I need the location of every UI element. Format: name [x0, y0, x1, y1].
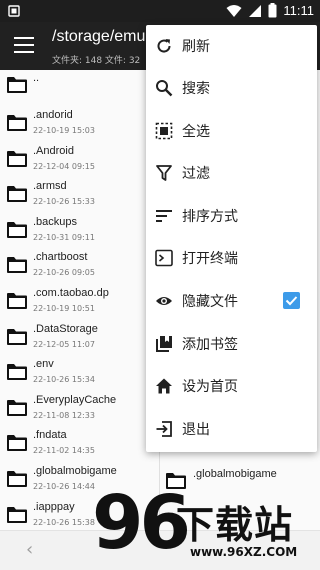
file-date: 22-10-26 15:38 [33, 517, 95, 527]
folder-icon [7, 77, 27, 93]
file-name: .env [33, 358, 54, 371]
menu-item-sort[interactable]: 排序方式 [146, 195, 317, 237]
file-date: 22-11-08 12:33 [33, 410, 95, 420]
menu-item-bookmark[interactable]: 添加书签 [146, 323, 317, 365]
menu-item-label: 刷新 [182, 39, 210, 55]
menu-icon[interactable] [14, 37, 34, 55]
file-date: 22-12-04 09:15 [33, 161, 95, 171]
menu-item-refresh[interactable]: 刷新 [146, 25, 317, 67]
notification-icon [8, 5, 20, 17]
file-date: 22-10-26 15:33 [33, 197, 95, 207]
folder-icon [7, 150, 27, 167]
watermark-logo: 96 下载站 www.96XZ.COM [92, 480, 320, 569]
menu-item-terminal[interactable]: 打开终端 [146, 237, 317, 279]
file-name: .DataStorage [33, 322, 98, 335]
menu-item-label: 排序方式 [182, 209, 238, 225]
file-row[interactable]: .Android 22-12-04 09:15 [0, 140, 162, 180]
file-name: .backups [33, 215, 78, 228]
file-name: .armsd [33, 180, 67, 193]
folder-icon [7, 257, 27, 274]
file-row[interactable]: .com.taobao.dp 22-10-19 10:51 [0, 282, 162, 322]
filter-icon [156, 165, 172, 181]
sort-icon [156, 210, 172, 222]
menu-item-set-home[interactable]: 设为首页 [146, 365, 317, 407]
file-name: .com.taobao.dp [33, 287, 109, 299]
file-date: 22-10-26 15:34 [33, 375, 95, 385]
exit-icon [156, 421, 172, 437]
folder-icon [7, 293, 27, 309]
menu-item-hidden-files[interactable]: 隐藏文件 [146, 280, 317, 322]
file-name: .chartboost [33, 251, 88, 264]
file-name: .fndata [33, 429, 67, 442]
file-name: .. [33, 72, 40, 84]
menu-item-label: 全选 [182, 124, 210, 140]
file-date: 22-10-26 09:05 [33, 268, 95, 278]
file-name: .globalmobigame [193, 468, 277, 480]
menu-item-label: 隐藏文件 [182, 294, 238, 310]
eye-icon [156, 297, 172, 305]
check-icon [285, 296, 298, 306]
select-all-icon [155, 122, 173, 140]
folder-icon [7, 471, 27, 487]
folder-icon [7, 364, 27, 381]
battery-icon [268, 3, 277, 18]
folder-icon [7, 115, 27, 131]
file-date: 22-10-26 14:44 [33, 482, 95, 491]
file-date: 22-11-02 14:35 [33, 446, 95, 456]
menu-item-label: 打开终端 [182, 251, 238, 267]
folder-file-count: 文件夹: 148 文件: 32 [52, 56, 141, 66]
folder-icon [7, 399, 27, 416]
file-date: 22-12-05 11:07 [33, 339, 95, 349]
chevron-left-icon[interactable]: ‹ [26, 539, 33, 560]
watermark-url: www.96XZ.COM [190, 545, 298, 559]
folder-icon [7, 186, 27, 203]
menu-item-search[interactable]: 搜索 [146, 67, 317, 109]
folder-icon [7, 506, 27, 523]
home-icon [156, 378, 172, 394]
overflow-menu: 刷新 搜索 全选 过滤 排序方式 打开终端 隐藏文件 添加书签 设为首页 退出 [146, 25, 317, 452]
folder-icon [7, 435, 27, 452]
file-row[interactable]: .chartboost 22-10-26 09:05 [0, 246, 162, 286]
folder-icon [7, 221, 27, 238]
folder-icon [7, 328, 27, 345]
file-row[interactable]: .backups 22-10-31 09:11 [0, 211, 162, 251]
watermark-number: 96 [92, 480, 191, 566]
file-name: .iapppay [33, 500, 75, 513]
hidden-files-checkbox[interactable] [283, 292, 300, 309]
search-icon [156, 80, 173, 97]
menu-item-label: 过滤 [182, 166, 210, 182]
file-name: .andorid [33, 109, 73, 121]
menu-item-label: 搜索 [182, 81, 210, 97]
menu-item-label: 退出 [182, 422, 210, 438]
terminal-icon [155, 249, 173, 267]
path-title: /storage/emu [52, 28, 146, 45]
file-row[interactable]: .fndata 22-11-02 14:35 [0, 424, 162, 464]
menu-item-label: 添加书签 [182, 337, 238, 353]
file-row[interactable]: .armsd 22-10-26 15:33 [0, 175, 162, 215]
bookmark-icon [156, 336, 172, 352]
file-row[interactable]: .andorid 22-10-19 15:03 [0, 104, 162, 144]
file-date: 22-10-19 15:03 [33, 126, 95, 135]
signal-icon [249, 4, 262, 17]
menu-item-exit[interactable]: 退出 [146, 408, 317, 450]
refresh-icon [157, 39, 171, 53]
menu-item-select-all[interactable]: 全选 [146, 110, 317, 152]
file-name: .EveryplayCache [33, 393, 117, 406]
file-row[interactable]: .EveryplayCache 22-11-08 12:33 [0, 389, 162, 429]
wifi-icon [226, 4, 242, 17]
file-name: .globalmobigame [33, 465, 117, 477]
file-name: .Android [33, 144, 74, 157]
status-bar: 11:11 [0, 0, 320, 22]
file-row[interactable]: .DataStorage 22-12-05 11:07 [0, 318, 162, 358]
menu-item-label: 设为首页 [182, 379, 238, 395]
menu-item-filter[interactable]: 过滤 [146, 152, 317, 194]
watermark-text: 下载站 [176, 503, 294, 547]
file-date: 22-10-31 09:11 [33, 232, 95, 242]
file-row[interactable]: .env 22-10-26 15:34 [0, 353, 162, 393]
file-date: 22-10-19 10:51 [33, 304, 95, 313]
clock: 11:11 [283, 3, 314, 18]
